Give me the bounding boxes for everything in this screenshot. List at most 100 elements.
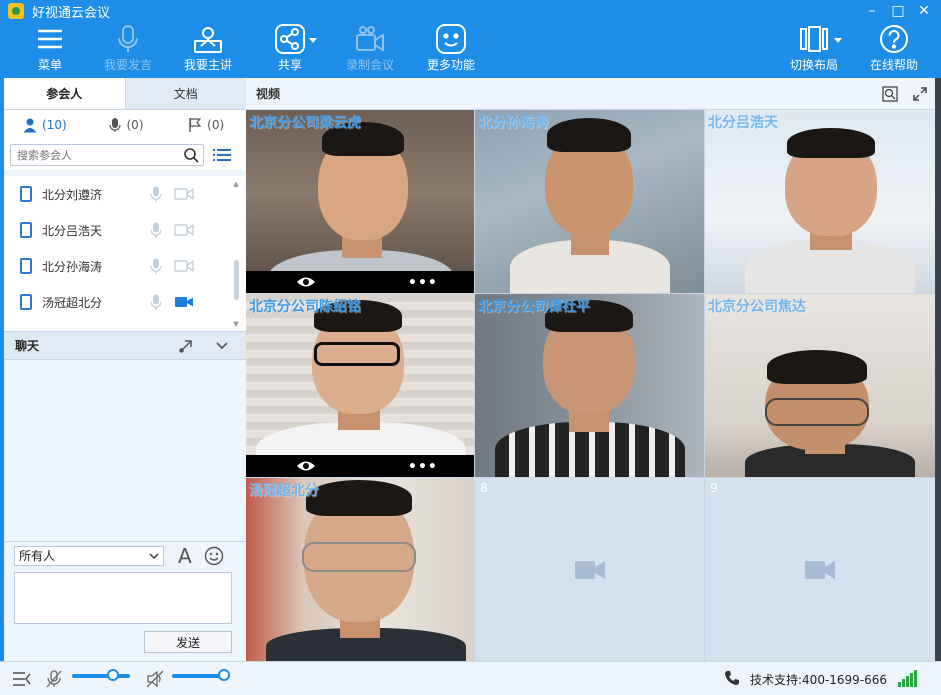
menu-button[interactable]: 菜单 (15, 22, 85, 78)
filter-speakers[interactable]: (0) (85, 117, 166, 133)
search-icon[interactable] (183, 147, 199, 163)
microphone-icon (108, 118, 121, 132)
chat-title: 聊天 (15, 339, 40, 353)
video-camera-icon (805, 560, 835, 579)
empty-video-tile[interactable]: 9 (705, 478, 935, 661)
participant-row[interactable]: 北分吕浩天 (4, 212, 246, 248)
maximize-button[interactable]: □ (885, 0, 911, 22)
font-button[interactable]: A (178, 544, 192, 568)
speaker-muted-icon[interactable] (146, 670, 164, 688)
send-button[interactable]: 发送 (144, 631, 232, 653)
microphone-muted-icon[interactable] (46, 670, 62, 688)
video-tile[interactable]: 北京分公司谭社平 (475, 294, 704, 477)
microphone-icon[interactable] (150, 258, 162, 274)
more-options-icon[interactable]: ••• (408, 275, 438, 291)
emoji-icon[interactable] (204, 546, 224, 566)
chevron-down-icon[interactable] (214, 338, 230, 354)
tile-participant-name: 北京分公司谭社平 (478, 299, 590, 315)
host-button[interactable]: 我要主讲 (173, 22, 243, 78)
flag-icon (189, 118, 202, 132)
tile-participant-name: 北京分公司陈绍铭 (249, 299, 361, 315)
tile-number: 9 (710, 481, 718, 495)
participant-scrollbar[interactable]: ▲ ▼ (232, 180, 240, 328)
help-button[interactable]: 在线帮助 (859, 22, 929, 78)
chat-input[interactable] (14, 572, 232, 624)
glasses-icon (302, 542, 416, 572)
speaker-volume-slider[interactable] (172, 669, 230, 681)
participant-name: 汤冠超北分 (42, 295, 103, 310)
share-button[interactable]: 共享 (255, 22, 325, 78)
main-toolbar: 菜单 我要发言 我要主讲 共享 录制会议 更多功能 切换布局 在线帮助 (0, 22, 941, 78)
microphone-icon[interactable] (150, 222, 162, 238)
popout-icon[interactable] (178, 338, 194, 354)
eye-icon[interactable] (296, 276, 316, 288)
more-button[interactable]: 更多功能 (416, 22, 486, 78)
tile-participant-name: 北京分公司梁云虎 (249, 115, 361, 131)
video-tile[interactable]: 汤冠超北分 (246, 478, 474, 661)
window-title: 好视通云会议 (32, 5, 111, 21)
more-options-icon[interactable]: ••• (408, 459, 438, 475)
mic-volume-knob[interactable] (106, 669, 119, 681)
layout-dropdown-icon[interactable] (834, 38, 842, 43)
chat-header: 聊天 (4, 332, 246, 360)
record-camera-icon (352, 22, 388, 56)
tab-documents[interactable]: 文档 (126, 78, 247, 109)
speak-button[interactable]: 我要发言 (93, 22, 163, 78)
camera-icon[interactable] (174, 259, 194, 273)
mobile-device-icon (20, 186, 32, 202)
scroll-down-icon[interactable]: ▼ (232, 320, 240, 328)
scroll-thumb[interactable] (234, 260, 239, 300)
window-controls: – □ ✕ (859, 0, 937, 22)
microphone-icon[interactable] (150, 294, 162, 310)
participant-search-row (4, 140, 246, 170)
app-window: 好视通云会议 – □ ✕ 菜单 我要发言 我要主讲 共享 录制会议 更多功能 切… (0, 0, 941, 695)
participant-filter: (10) (0) (0) (4, 110, 246, 140)
eye-icon[interactable] (296, 460, 316, 472)
list-view-button[interactable] (208, 144, 236, 166)
speaker-count: (0) (126, 118, 144, 132)
tab-participants[interactable]: 参会人 (4, 78, 126, 109)
camera-on-icon[interactable] (174, 295, 194, 309)
participant-row[interactable]: 北分孙海涛 (4, 248, 246, 284)
fullscreen-icon[interactable] (912, 86, 928, 102)
empty-video-tile[interactable]: 8 (475, 478, 704, 661)
layout-icon (796, 22, 832, 56)
layout-button[interactable]: 切换布局 (779, 22, 849, 78)
speaker-volume-knob[interactable] (218, 669, 230, 681)
camera-icon[interactable] (174, 187, 194, 201)
share-dropdown-icon[interactable] (309, 38, 317, 43)
desktop-background (935, 78, 941, 661)
record-button[interactable]: 录制会议 (335, 22, 405, 78)
chat-messages (4, 360, 246, 541)
video-tile[interactable]: 北分孙海涛 (475, 110, 704, 293)
video-tile[interactable]: 北京分公司焦达 (705, 294, 935, 477)
participant-row[interactable]: 汤冠超北分 (4, 284, 246, 320)
speak-label: 我要发言 (103, 58, 152, 72)
list-icon (213, 149, 231, 161)
video-header: 视频 (246, 78, 935, 110)
participant-search-input[interactable] (11, 145, 183, 165)
video-tile[interactable]: 北分吕浩天 (705, 110, 935, 293)
chat-target-select[interactable]: 所有人 (14, 545, 164, 566)
camera-icon[interactable] (174, 223, 194, 237)
minimize-button[interactable]: – (859, 0, 885, 22)
collapse-panel-icon[interactable] (12, 670, 32, 688)
microphone-icon[interactable] (150, 186, 162, 202)
filter-hands[interactable]: (0) (165, 117, 246, 133)
menu-label: 菜单 (37, 58, 62, 72)
tile-number: 8 (480, 481, 488, 495)
participant-row[interactable]: 北分刘遵济 (4, 176, 246, 212)
close-button[interactable]: ✕ (911, 0, 937, 22)
host-label: 我要主讲 (183, 58, 232, 72)
app-logo-icon (8, 3, 24, 19)
scroll-up-icon[interactable]: ▲ (232, 180, 240, 188)
video-tile[interactable]: 北京分公司梁云虎 ••• (246, 110, 474, 293)
chat-target-value: 所有人 (19, 549, 56, 563)
tile-participant-name: 北分吕浩天 (708, 115, 778, 131)
video-tile[interactable]: 北京分公司陈绍铭 ••• (246, 294, 474, 477)
mic-volume-slider[interactable] (72, 669, 130, 681)
filter-participants[interactable]: (10) (4, 117, 85, 133)
snapshot-icon[interactable] (882, 86, 898, 102)
microphone-icon (110, 22, 146, 56)
side-tabs: 参会人 文档 (4, 78, 246, 110)
